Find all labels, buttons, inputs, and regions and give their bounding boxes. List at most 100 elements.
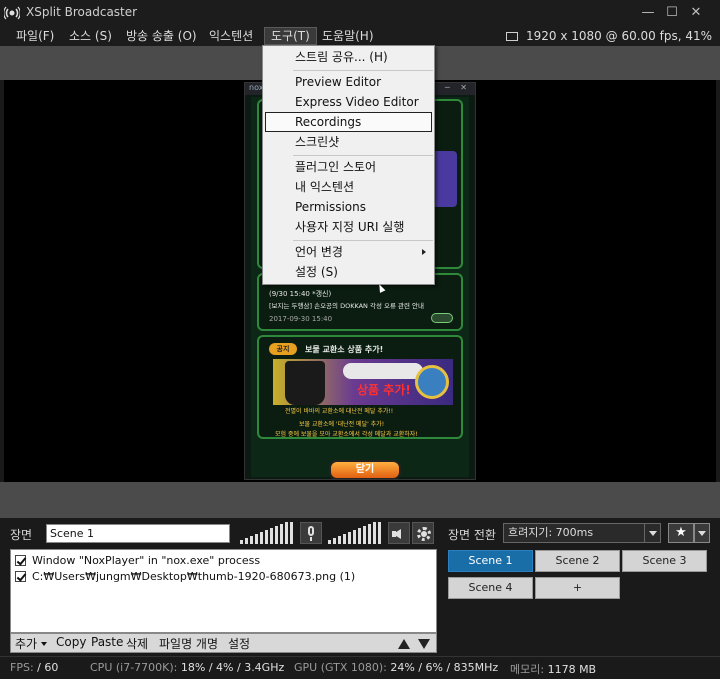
move-down-icon[interactable] (418, 639, 430, 649)
cpu-label: CPU (i7-7700K): (90, 661, 178, 674)
menu-item-preview-editor[interactable]: Preview Editor (263, 72, 434, 92)
source-item[interactable]: C:₩Users₩jungm₩Desktop₩thumb-1920-680673… (15, 569, 355, 585)
desc-line-1: 보물 교환소에 '대난전 메달' 추가! (299, 421, 385, 428)
maximize-button[interactable]: ☐ (662, 4, 682, 22)
chevron-down-icon (644, 524, 660, 542)
transition-select[interactable]: 흐려지기: 700ms (503, 523, 661, 543)
favorite-dropdown-button[interactable] (694, 523, 710, 543)
add-source-label: 추가 (15, 637, 38, 651)
scene-button-4[interactable]: Scene 4 (448, 577, 533, 599)
source-toolbar: 추가 Copy Paste 삭제 파일명 개명 설정 (10, 633, 437, 653)
notice-date: (9/30 15:40 *갱신) (269, 290, 332, 298)
scene-button-2[interactable]: Scene 2 (535, 550, 620, 572)
memory-stat: 메모리: 1178 MB (510, 661, 598, 677)
resolution-info[interactable]: 1920 x 1080 @ 60.00 fps, 41% (506, 27, 712, 45)
resolution-text: 1920 x 1080 @ 60.00 fps, 41% (526, 29, 712, 43)
speaker-icon (393, 529, 401, 539)
chevron-down-icon (41, 642, 48, 646)
gpu-label: GPU (GTX 1080): (294, 661, 387, 674)
fps-stat: FPS: / 60 (10, 661, 58, 674)
monitor-icon (506, 32, 518, 41)
move-up-icon[interactable] (398, 639, 410, 649)
fps-label: FPS: (10, 661, 34, 674)
transition-label: 장면 전환 (448, 528, 496, 542)
cpu-value: 18% / 4% / 3.4GHz (180, 661, 285, 674)
star-icon: ★ (675, 525, 687, 540)
menu-item-stream-share[interactable]: 스트림 공유... (H) (263, 47, 434, 67)
exchange-banner: 상품 추가! (273, 359, 453, 405)
menu-separator (293, 155, 433, 156)
copy-button[interactable]: Copy (56, 635, 86, 649)
notice-title: [보지는 두행삼] 손오공의 DOKKAN 각성 오류 관련 안내 (269, 302, 425, 310)
memory-label: 메모리: (510, 663, 545, 676)
microphone-icon (308, 526, 314, 536)
menu-separator (293, 240, 433, 241)
title-bar: XSplit Broadcaster — ☐ ✕ (0, 0, 720, 26)
menu-tools[interactable]: 도구(T) (264, 27, 317, 45)
source-checkbox[interactable] (15, 555, 26, 566)
favorite-button[interactable]: ★ (668, 523, 694, 543)
source-checkbox[interactable] (15, 571, 26, 582)
preview-bottom-padding (0, 482, 720, 518)
notice-time: 2017-09-30 15:40 (269, 315, 333, 323)
xsplit-logo-icon (4, 6, 20, 20)
mic-volume-meter[interactable] (240, 522, 296, 544)
menu-source[interactable]: 소스 (S) (69, 27, 112, 45)
submenu-arrow-icon (422, 249, 426, 255)
menu-bar: 파일(F) 소스 (S) 방송 송출 (O) 익스텐션 도구(T) 도움말(H)… (0, 26, 720, 46)
banner-text: 상품 추가! (357, 383, 411, 397)
audio-settings-button[interactable] (412, 522, 434, 544)
cpu-stat: CPU (i7-7700K): 18% / 4% / 3.4GHz (90, 661, 284, 674)
menu-extensions[interactable]: 익스텐션 (209, 27, 253, 45)
notice-detail-button (431, 313, 453, 323)
menu-item-language[interactable]: 언어 변경 (263, 242, 434, 262)
menu-separator (293, 70, 433, 71)
source-settings-button[interactable]: 설정 (228, 635, 250, 652)
menu-item-plugin-store[interactable]: 플러그인 스토어 (263, 157, 434, 177)
fps-value: / 60 (37, 661, 59, 674)
menu-item-my-extensions[interactable]: 내 익스텐션 (263, 177, 434, 197)
notice-tag: 공지 (269, 343, 297, 355)
minimize-button[interactable]: — (638, 4, 658, 22)
delete-button[interactable]: 삭제 (126, 635, 148, 652)
transition-value: 흐려지기: 700ms (508, 526, 594, 539)
scene-name-input[interactable] (46, 524, 230, 543)
window-title: XSplit Broadcaster (26, 5, 138, 19)
mic-toggle-button[interactable] (300, 522, 322, 544)
menu-help[interactable]: 도움말(H) (322, 27, 374, 45)
menu-broadcast[interactable]: 방송 송출 (O) (126, 27, 197, 45)
game-close-button: 닫기 (329, 460, 401, 479)
witch-character-image (285, 361, 325, 405)
menu-item-recordings[interactable]: Recordings (265, 112, 432, 132)
menu-item-custom-uri[interactable]: 사용자 지정 URI 실행 (263, 217, 434, 237)
source-label: Window "NoxPlayer" in "nox.exe" process (32, 554, 261, 567)
speaker-toggle-button[interactable] (388, 522, 410, 544)
source-label: C:₩Users₩jungm₩Desktop₩thumb-1920-680673… (32, 570, 356, 583)
paste-button[interactable]: Paste (91, 635, 123, 649)
add-scene-button[interactable]: + (535, 577, 620, 599)
gpu-value: 24% / 6% / 835MHz (390, 661, 499, 674)
scene-label: 장면 (10, 528, 33, 542)
card-title: 보물 교환소 상품 추가! (305, 345, 384, 354)
source-list[interactable]: Window "NoxPlayer" in "nox.exe" process … (10, 549, 437, 633)
menu-item-settings[interactable]: 설정 (S) (263, 262, 434, 282)
medal-coin-image (415, 365, 449, 399)
banner-title-graphic (343, 363, 423, 379)
menu-item-screenshot[interactable]: 스크린샷 (263, 132, 434, 152)
notice-card-exchange: 공지 보물 교환소 상품 추가! 상품 추가! 전멸이 바바의 교환소에 대난전… (257, 335, 463, 439)
scene-button-3[interactable]: Scene 3 (622, 550, 707, 572)
source-item[interactable]: Window "NoxPlayer" in "nox.exe" process (15, 553, 260, 569)
scene-button-1[interactable]: Scene 1 (448, 550, 533, 572)
close-button[interactable]: ✕ (686, 4, 706, 22)
banner-sub: 전멸이 바바의 교환소에 대난전 메달 추가!! (285, 408, 394, 415)
desc-line-2: 모험 중에 보물을 모아 교환소에서 각성 메달과 교환하자! (275, 431, 418, 438)
menu-item-express-video-editor[interactable]: Express Video Editor (263, 92, 434, 112)
menu-file[interactable]: 파일(F) (16, 27, 54, 45)
speaker-volume-meter[interactable] (328, 522, 384, 544)
gpu-stat: GPU (GTX 1080): 24% / 6% / 835MHz (294, 661, 498, 674)
microphone-stem (310, 537, 312, 541)
menu-item-permissions[interactable]: Permissions (263, 197, 434, 217)
memory-value: 1178 MB (547, 663, 597, 676)
add-source-button[interactable]: 추가 (15, 635, 48, 652)
rename-button[interactable]: 파일명 개명 (159, 635, 218, 652)
